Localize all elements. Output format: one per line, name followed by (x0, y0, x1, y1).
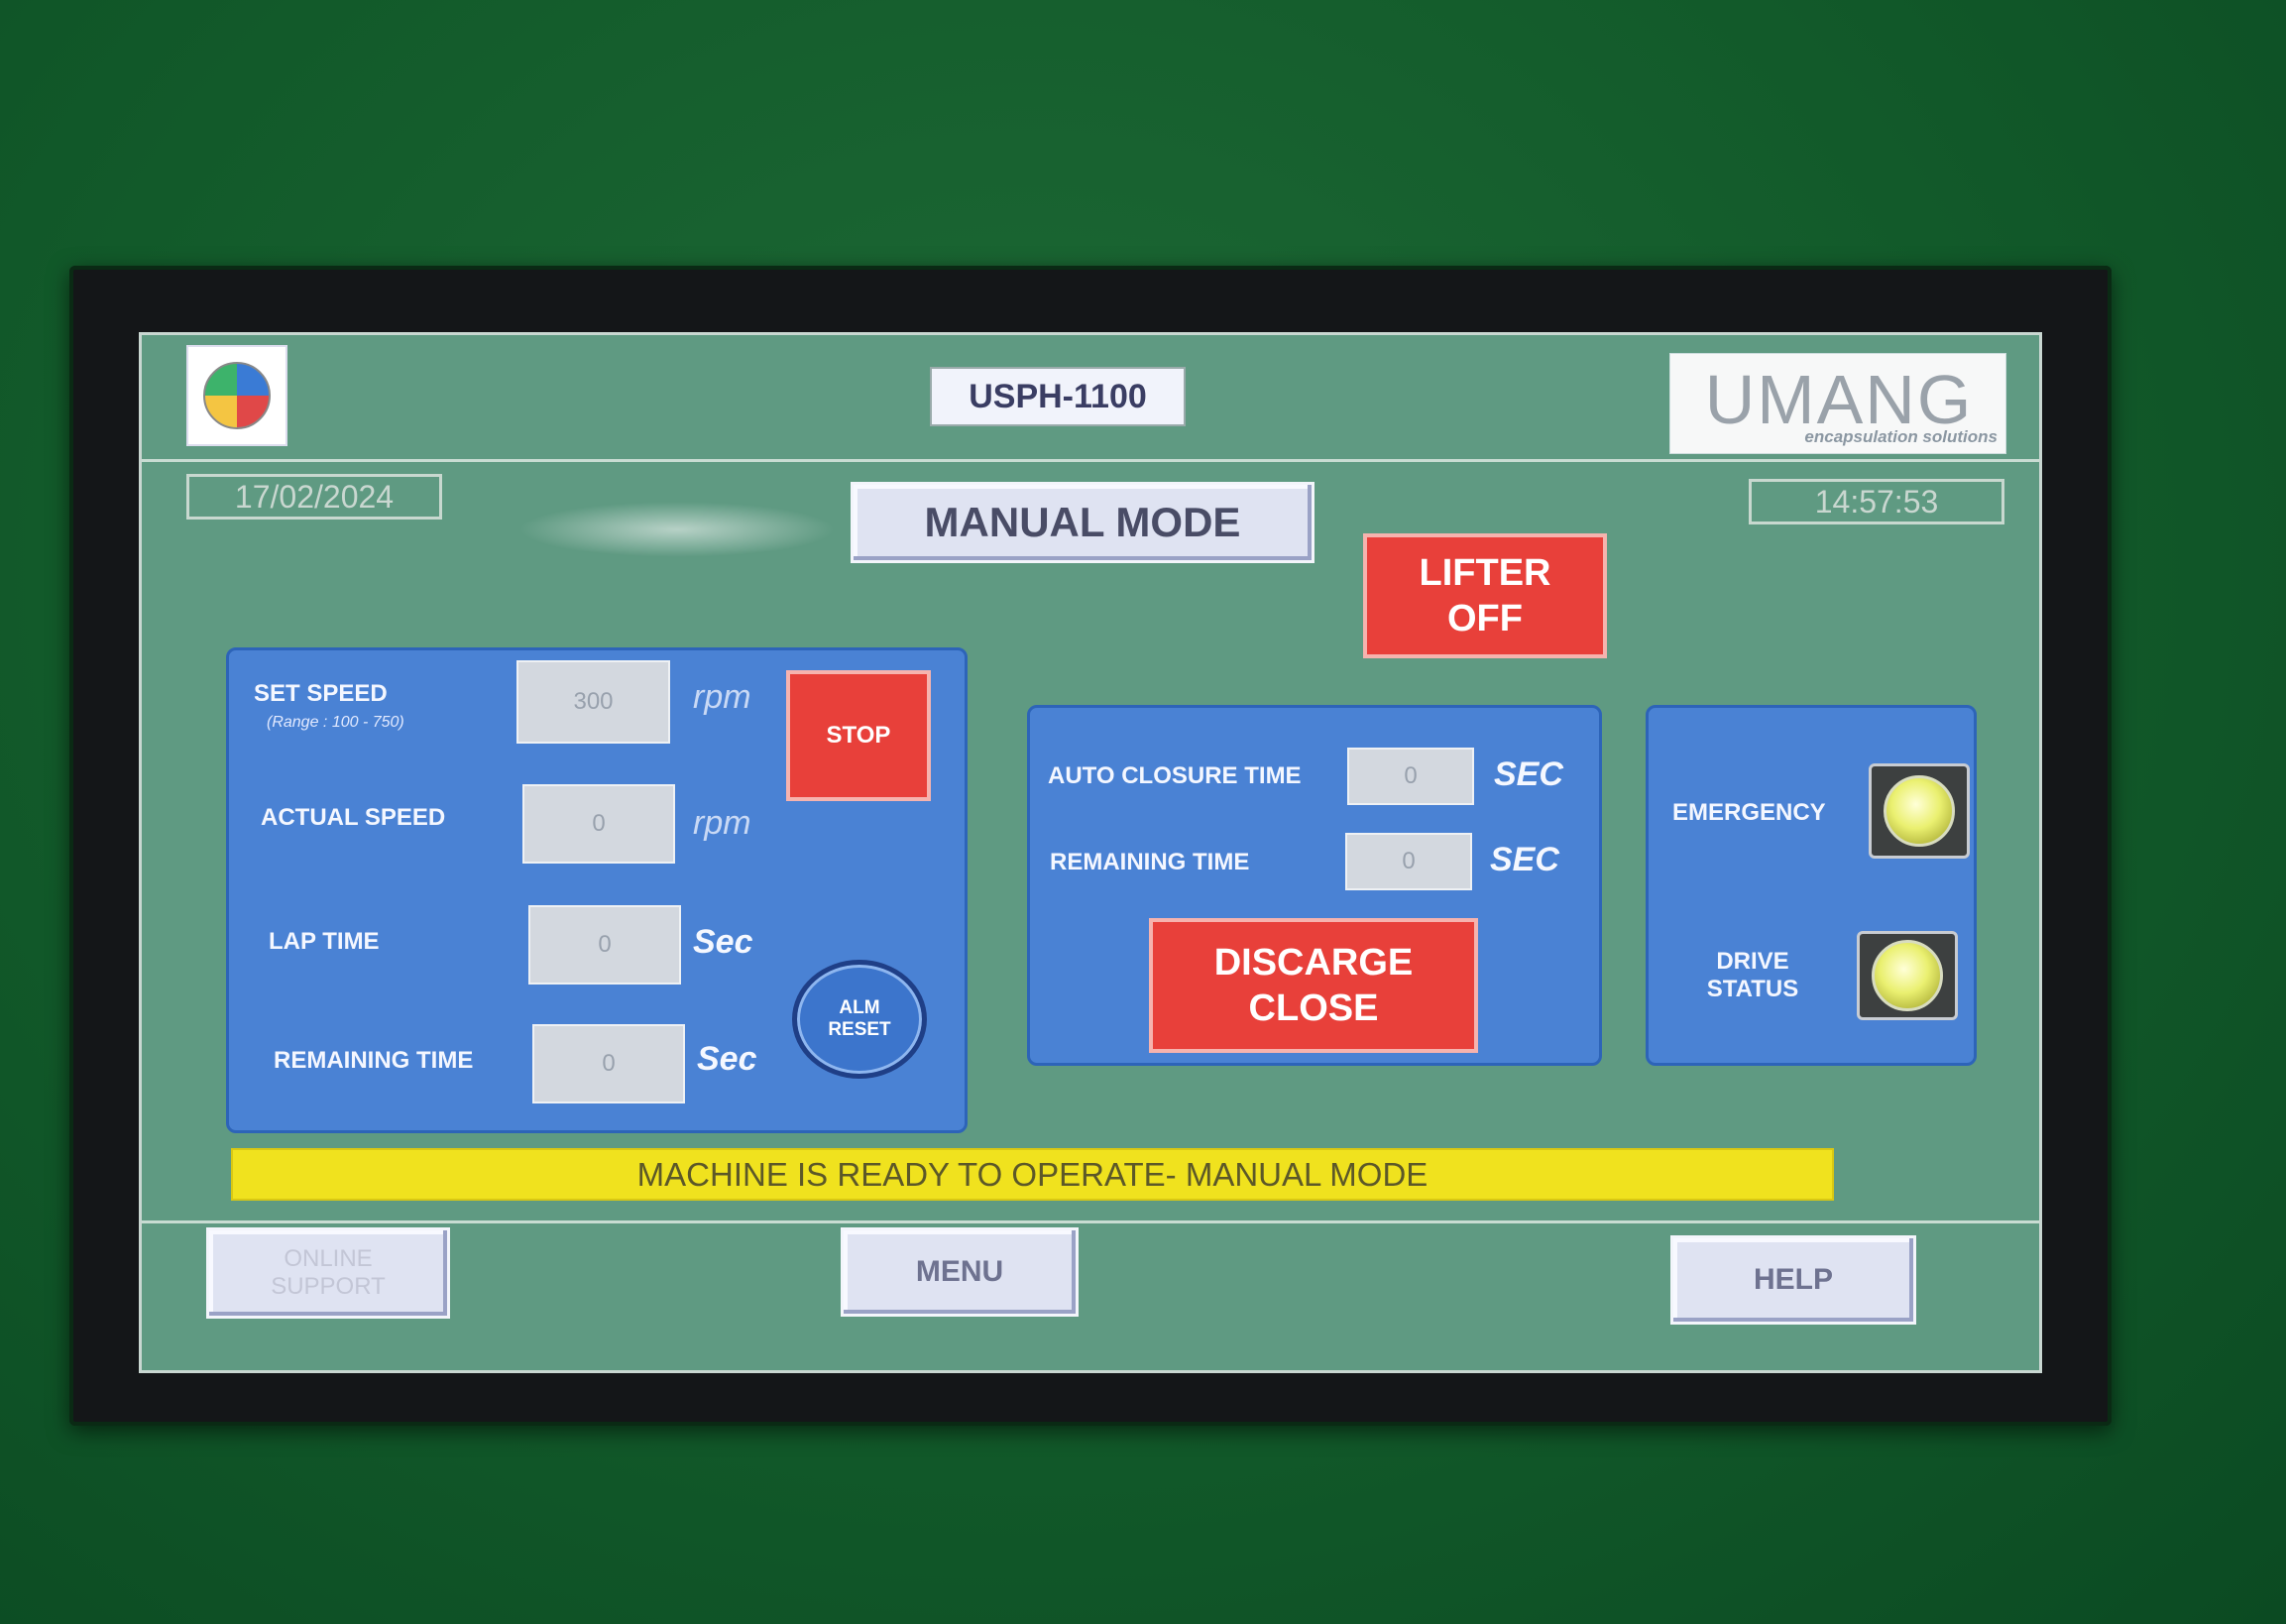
closure-remaining-unit: SEC (1490, 841, 1559, 878)
online-support-label-2: SUPPORT (271, 1273, 386, 1300)
drive-status-label-1: DRIVE (1716, 948, 1789, 975)
set-speed-unit: rpm (693, 678, 751, 716)
drive-status-label-2: STATUS (1706, 976, 1799, 1002)
emergency-label: EMERGENCY (1672, 799, 1826, 826)
alarm-reset-label-1: ALM (839, 997, 880, 1018)
set-speed-range: (Range : 100 - 750) (267, 714, 404, 731)
drive-status-indicator (1857, 931, 1958, 1020)
discharge-label-2: CLOSE (1248, 987, 1379, 1029)
actual-speed-value: 0 (522, 784, 675, 864)
discharge-label-1: DISCARGE (1213, 942, 1414, 984)
lifter-button[interactable]: LIFTER OFF (1363, 533, 1607, 658)
emergency-lamp-icon (1884, 775, 1955, 847)
hmi-screen: USPH-1100 UMANG encapsulation solutions … (139, 332, 2042, 1373)
screen-glare (518, 502, 836, 557)
actual-speed-label: ACTUAL SPEED (261, 804, 446, 831)
lap-time-label: LAP TIME (269, 928, 380, 955)
lifter-button-label-1: LIFTER (1419, 552, 1551, 594)
lap-time-unit: Sec (693, 923, 753, 961)
remaining-time-value: 0 (532, 1024, 685, 1103)
status-message-bar: MACHINE IS READY TO OPERATE- MANUAL MODE (231, 1148, 1834, 1201)
header-divider (142, 459, 2039, 462)
alarm-reset-button[interactable]: ALM RESET (792, 960, 927, 1079)
auto-closure-input[interactable]: 0 (1347, 748, 1474, 805)
menu-button[interactable]: MENU (841, 1227, 1079, 1317)
help-button[interactable]: HELP (1670, 1235, 1916, 1325)
company-logo (186, 345, 287, 446)
remaining-time-label: REMAINING TIME (274, 1047, 474, 1074)
lifter-button-label-2: OFF (1447, 598, 1523, 639)
time-display: 14:57:53 (1749, 479, 2004, 524)
page-title: MANUAL MODE (851, 482, 1314, 563)
actual-speed-unit: rpm (693, 804, 751, 842)
drive-status-label: DRIVE STATUS (1698, 948, 1807, 1003)
emergency-indicator (1869, 763, 1970, 859)
auto-closure-label: AUTO CLOSURE TIME (1048, 762, 1302, 789)
online-support-label-1: ONLINE (284, 1245, 373, 1272)
closure-remaining-value: 0 (1345, 833, 1472, 890)
status-panel: EMERGENCY DRIVE STATUS (1646, 705, 1977, 1066)
closure-panel: AUTO CLOSURE TIME 0 SEC REMAINING TIME 0… (1027, 705, 1602, 1066)
set-speed-label: SET SPEED (254, 680, 388, 707)
discharge-close-button[interactable]: DISCARGE CLOSE (1149, 918, 1478, 1053)
brand-logo: UMANG encapsulation solutions (1669, 353, 2006, 454)
set-speed-input[interactable]: 300 (516, 660, 670, 744)
closure-remaining-label: REMAINING TIME (1050, 849, 1250, 875)
remaining-time-unit: Sec (697, 1040, 757, 1078)
logo-disc-icon (203, 362, 271, 429)
date-display: 17/02/2024 (186, 474, 442, 520)
lap-time-value: 0 (528, 905, 681, 985)
auto-closure-unit: SEC (1494, 755, 1563, 793)
stop-button[interactable]: STOP (786, 670, 931, 801)
model-badge: USPH-1100 (930, 367, 1186, 426)
drive-status-lamp-icon (1872, 940, 1943, 1011)
brand-tagline: encapsulation solutions (1804, 427, 1998, 446)
speed-panel: SET SPEED (Range : 100 - 750) 300 rpm AC… (226, 647, 968, 1133)
alarm-reset-label-2: RESET (828, 1019, 891, 1040)
online-support-button[interactable]: ONLINE SUPPORT (206, 1227, 450, 1319)
